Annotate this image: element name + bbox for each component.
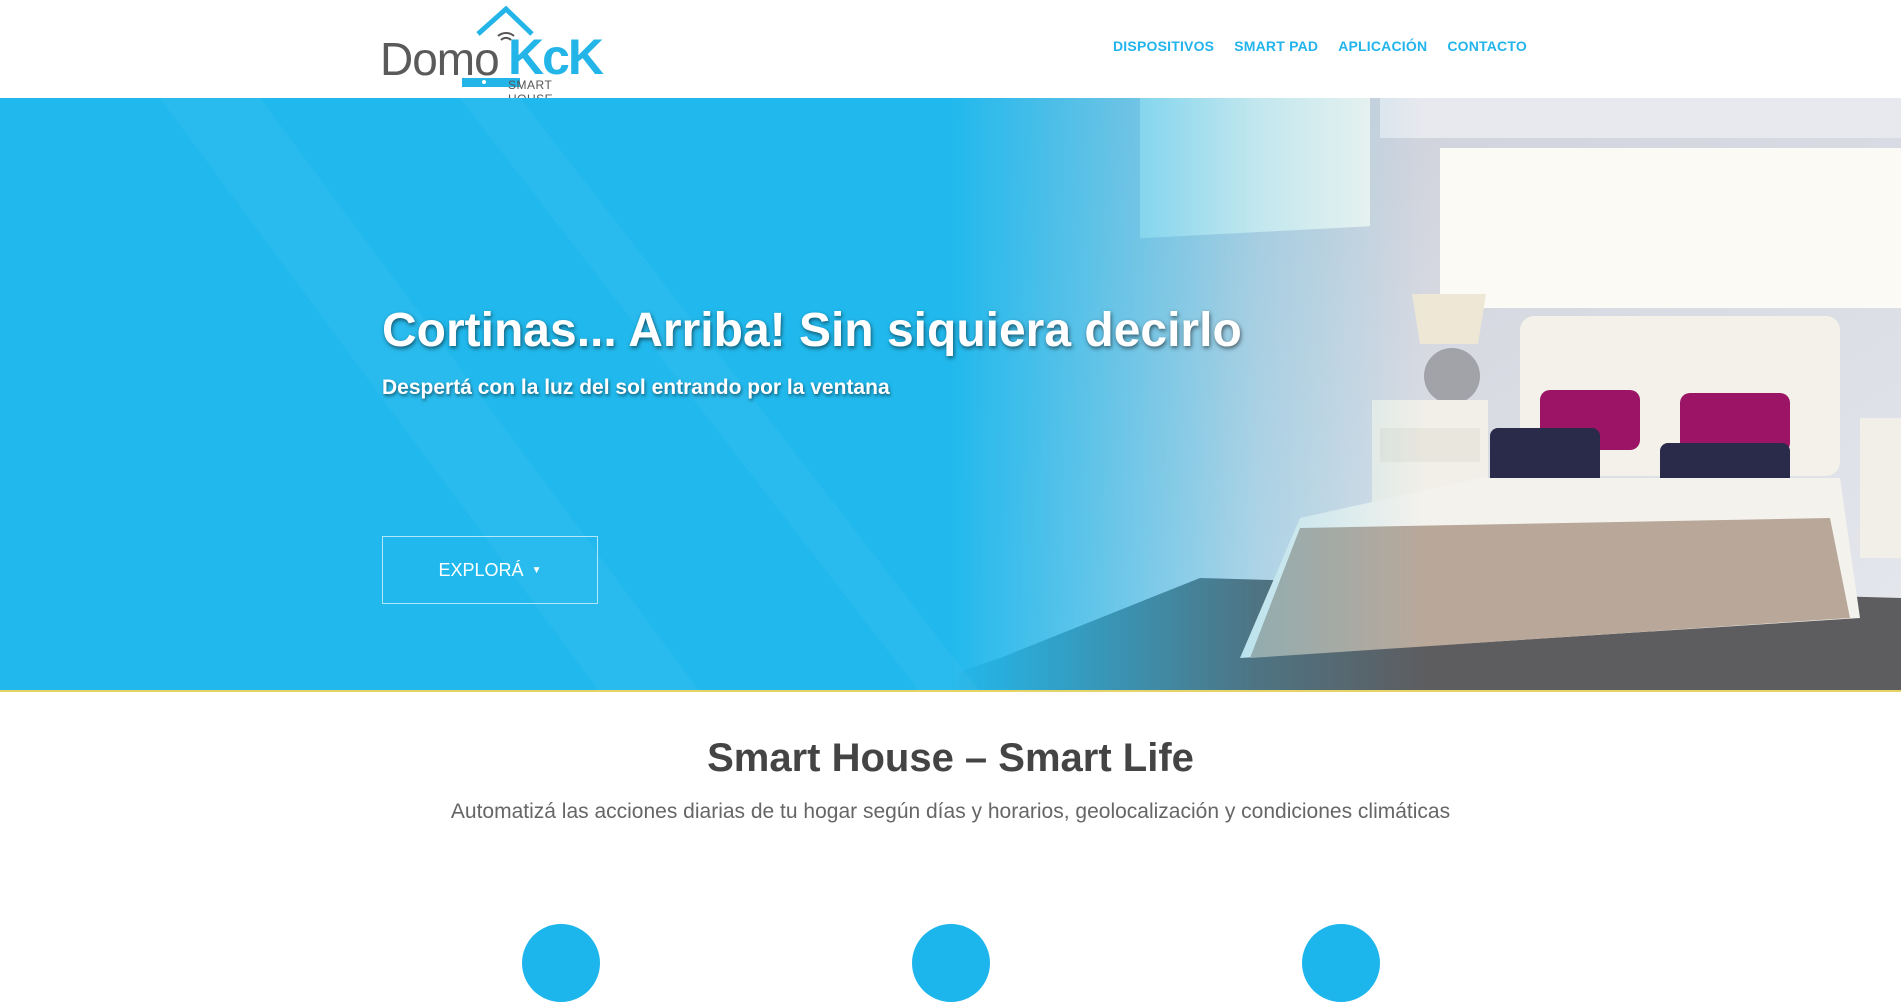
nav-item-dispositivos[interactable]: DISPOSITIVOS — [1113, 38, 1214, 54]
nav-item-contacto[interactable]: CONTACTO — [1447, 38, 1527, 54]
logo[interactable]: Domo KcK SMART HOUSE — [380, 4, 604, 106]
hero-title: Cortinas... Arriba! Sin siquiera decirlo — [382, 304, 1242, 357]
hero-section: Cortinas... Arriba! Sin siquiera decirlo… — [0, 98, 1901, 692]
main-nav: DISPOSITIVOS SMART PAD APLICACIÓN CONTAC… — [1113, 38, 1527, 54]
explore-button[interactable]: EXPLORÁ ▼ — [382, 536, 598, 604]
hero-subtitle: Despertá con la luz del sol entrando por… — [382, 376, 890, 399]
feature-circle-icon[interactable] — [1302, 924, 1380, 1002]
nav-item-smart-pad[interactable]: SMART PAD — [1234, 38, 1318, 54]
intro-subtitle: Automatizá las acciones diarias de tu ho… — [450, 800, 1451, 823]
feature-circle-icon[interactable] — [912, 924, 990, 1002]
explore-button-label: EXPLORÁ — [438, 559, 524, 580]
nav-item-aplicacion[interactable]: APLICACIÓN — [1338, 38, 1427, 54]
bedroom-photo — [0, 98, 1901, 690]
site-header: Domo KcK SMART HOUSE DISPOSITIVOS SMART … — [0, 0, 1901, 106]
feature-circle-icon[interactable] — [522, 924, 600, 1002]
caret-down-icon: ▼ — [531, 564, 542, 576]
intro-title: Smart House – Smart Life — [707, 736, 1194, 780]
logo-text-domo: Domo — [380, 33, 500, 85]
